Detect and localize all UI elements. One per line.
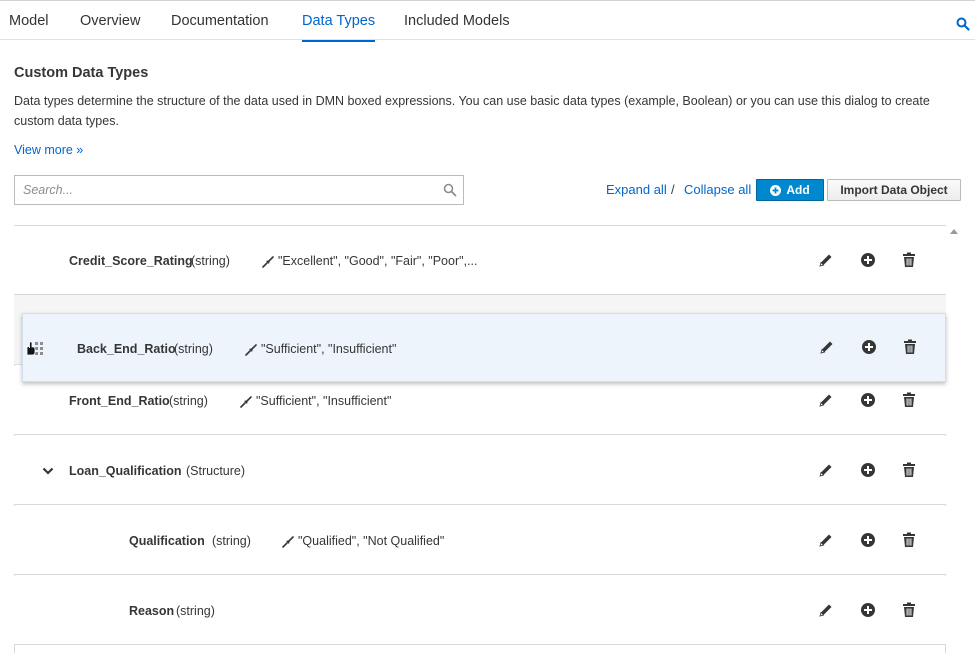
import-data-object-button[interactable]: Import Data Object [827, 179, 961, 201]
plus-circle-icon[interactable] [860, 392, 876, 408]
data-type-name: Back_End_Ratio [77, 342, 176, 356]
pencil-icon[interactable] [818, 462, 834, 478]
data-type-constraint: "Sufficient", "Insufficient" [256, 394, 392, 408]
dragging-row[interactable]: Back_End_Ratio (string) "Sufficient", "I… [22, 313, 946, 382]
data-type-kind: (string) [174, 342, 213, 356]
pencil-icon[interactable] [818, 392, 834, 408]
pencil-icon[interactable] [818, 252, 834, 268]
tab-documentation[interactable]: Documentation [171, 13, 269, 29]
data-type-constraint: "Qualified", "Not Qualified" [298, 534, 445, 548]
collapse-all-link[interactable]: Collapse all [684, 182, 751, 197]
data-type-name: Loan_Qualification [69, 464, 182, 478]
data-type-name: Front_End_Ratio [69, 394, 170, 408]
tab-included-models[interactable]: Included Models [404, 13, 510, 29]
data-type-name: Reason [129, 604, 175, 618]
search-input[interactable] [15, 176, 435, 204]
search-icon[interactable] [956, 17, 970, 31]
data-type-name: Credit_Score_Rating [69, 254, 193, 268]
page-description: Data types determine the structure of th… [14, 94, 930, 128]
table-row[interactable]: Reason (string) [14, 576, 946, 645]
pencil-icon[interactable] [818, 602, 834, 618]
data-type-name: Qualification [129, 534, 205, 548]
drag-handle-icon[interactable] [24, 340, 44, 356]
table-row[interactable]: Qualification (string) "Qualified", "Not… [14, 506, 946, 575]
table-row[interactable]: Loan_Qualification (Structure) [14, 436, 946, 505]
data-type-constraint: "Sufficient", "Insufficient" [261, 342, 397, 356]
data-type-constraint: "Excellent", "Good", "Fair", "Poor",... [278, 254, 478, 268]
plus-circle-icon[interactable] [861, 339, 877, 355]
expand-all-link[interactable]: Expand all [606, 182, 667, 197]
trash-icon[interactable] [901, 602, 917, 618]
data-type-kind: (string) [176, 604, 215, 618]
data-type-kind: (string) [212, 534, 251, 548]
scroll-up-arrow-icon[interactable] [950, 229, 958, 234]
add-button-label: Add [786, 183, 810, 197]
toolbar-separator: / [671, 182, 675, 197]
data-type-kind: (Structure) [186, 464, 246, 478]
constraint-icon [282, 536, 294, 548]
table-row[interactable]: Credit_Score_Rating (string) "Excellent"… [14, 226, 946, 295]
trash-icon[interactable] [901, 532, 917, 548]
pencil-icon[interactable] [819, 339, 835, 355]
trash-icon[interactable] [901, 392, 917, 408]
trash-icon[interactable] [901, 252, 917, 268]
trash-icon[interactable] [902, 339, 918, 355]
add-button[interactable]: Add [756, 179, 824, 201]
tab-overview[interactable]: Overview [80, 13, 140, 29]
plus-circle-icon [770, 184, 782, 196]
search-field [14, 175, 464, 205]
editor-tabs: Model Overview Documentation Data Types … [0, 4, 975, 42]
pencil-icon[interactable] [818, 532, 834, 548]
trash-icon[interactable] [901, 462, 917, 478]
page-title: Custom Data Types [14, 65, 149, 81]
constraint-icon [262, 256, 274, 268]
plus-circle-icon[interactable] [860, 602, 876, 618]
list-scrollbar[interactable] [946, 225, 963, 653]
chevron-down-icon[interactable] [42, 465, 54, 477]
search-icon[interactable] [443, 183, 457, 197]
plus-circle-icon[interactable] [860, 532, 876, 548]
data-type-kind: (string) [191, 254, 230, 268]
view-more-link[interactable]: View more » [14, 143, 83, 157]
tab-model[interactable]: Model [9, 13, 49, 29]
constraint-icon [245, 344, 257, 356]
data-type-kind: (string) [169, 394, 208, 408]
plus-circle-icon[interactable] [860, 462, 876, 478]
plus-circle-icon[interactable] [860, 252, 876, 268]
tab-data-types[interactable]: Data Types [302, 13, 376, 42]
constraint-icon [240, 396, 252, 408]
